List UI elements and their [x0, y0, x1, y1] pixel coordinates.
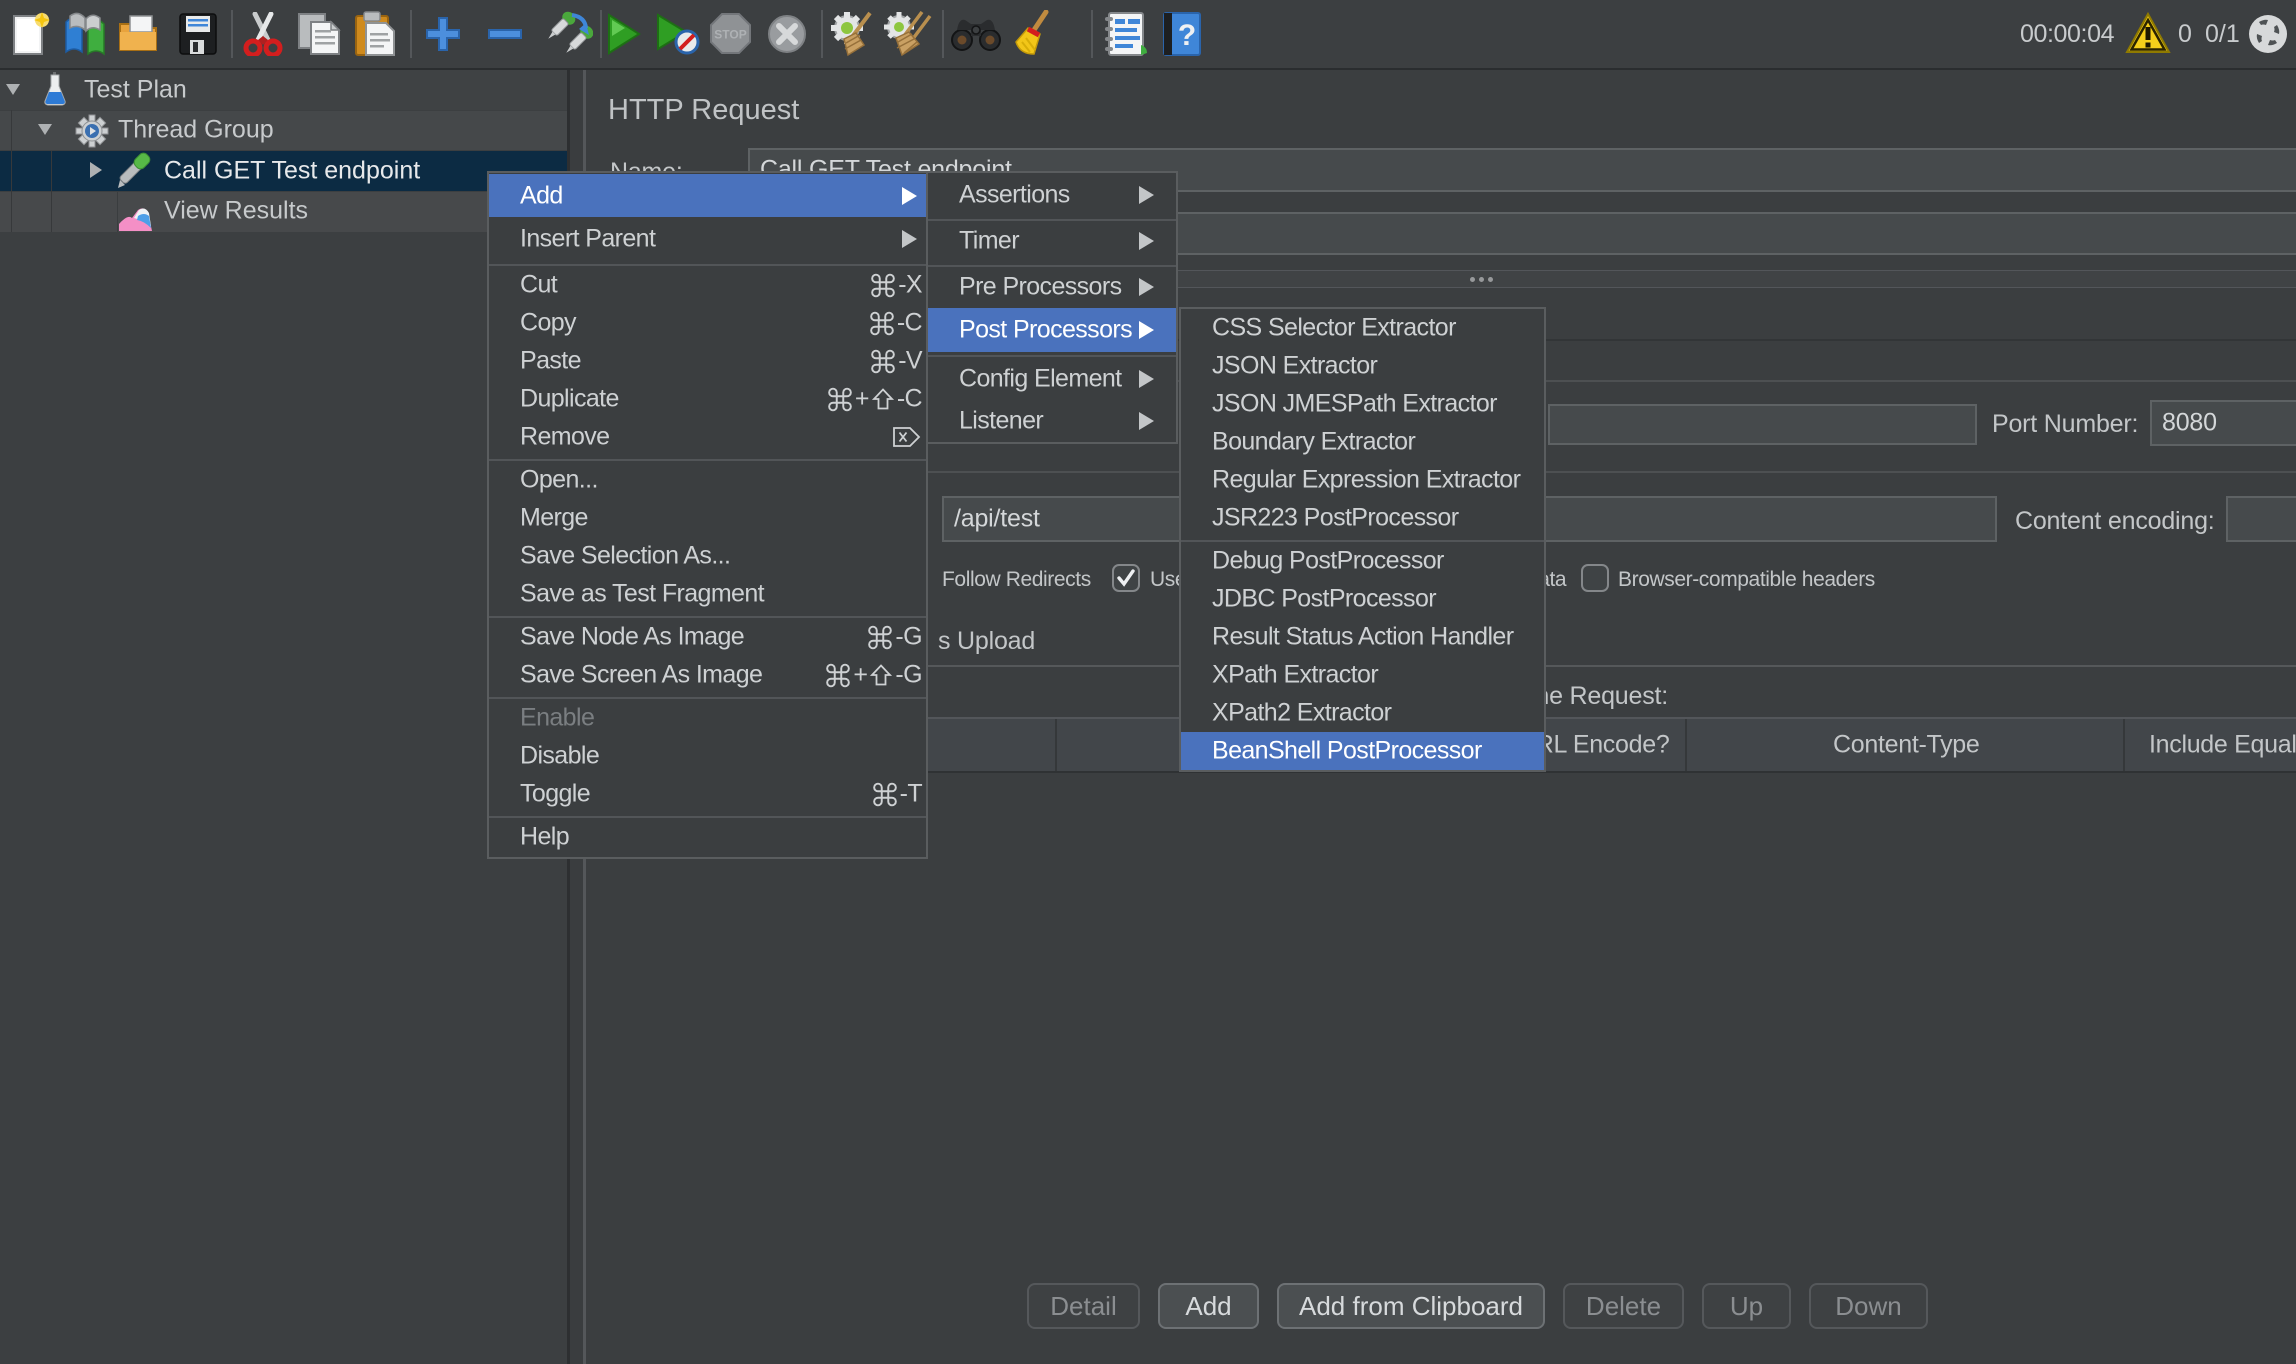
svg-text:STOP: STOP	[714, 28, 746, 42]
svg-text:?: ?	[1178, 19, 1196, 52]
